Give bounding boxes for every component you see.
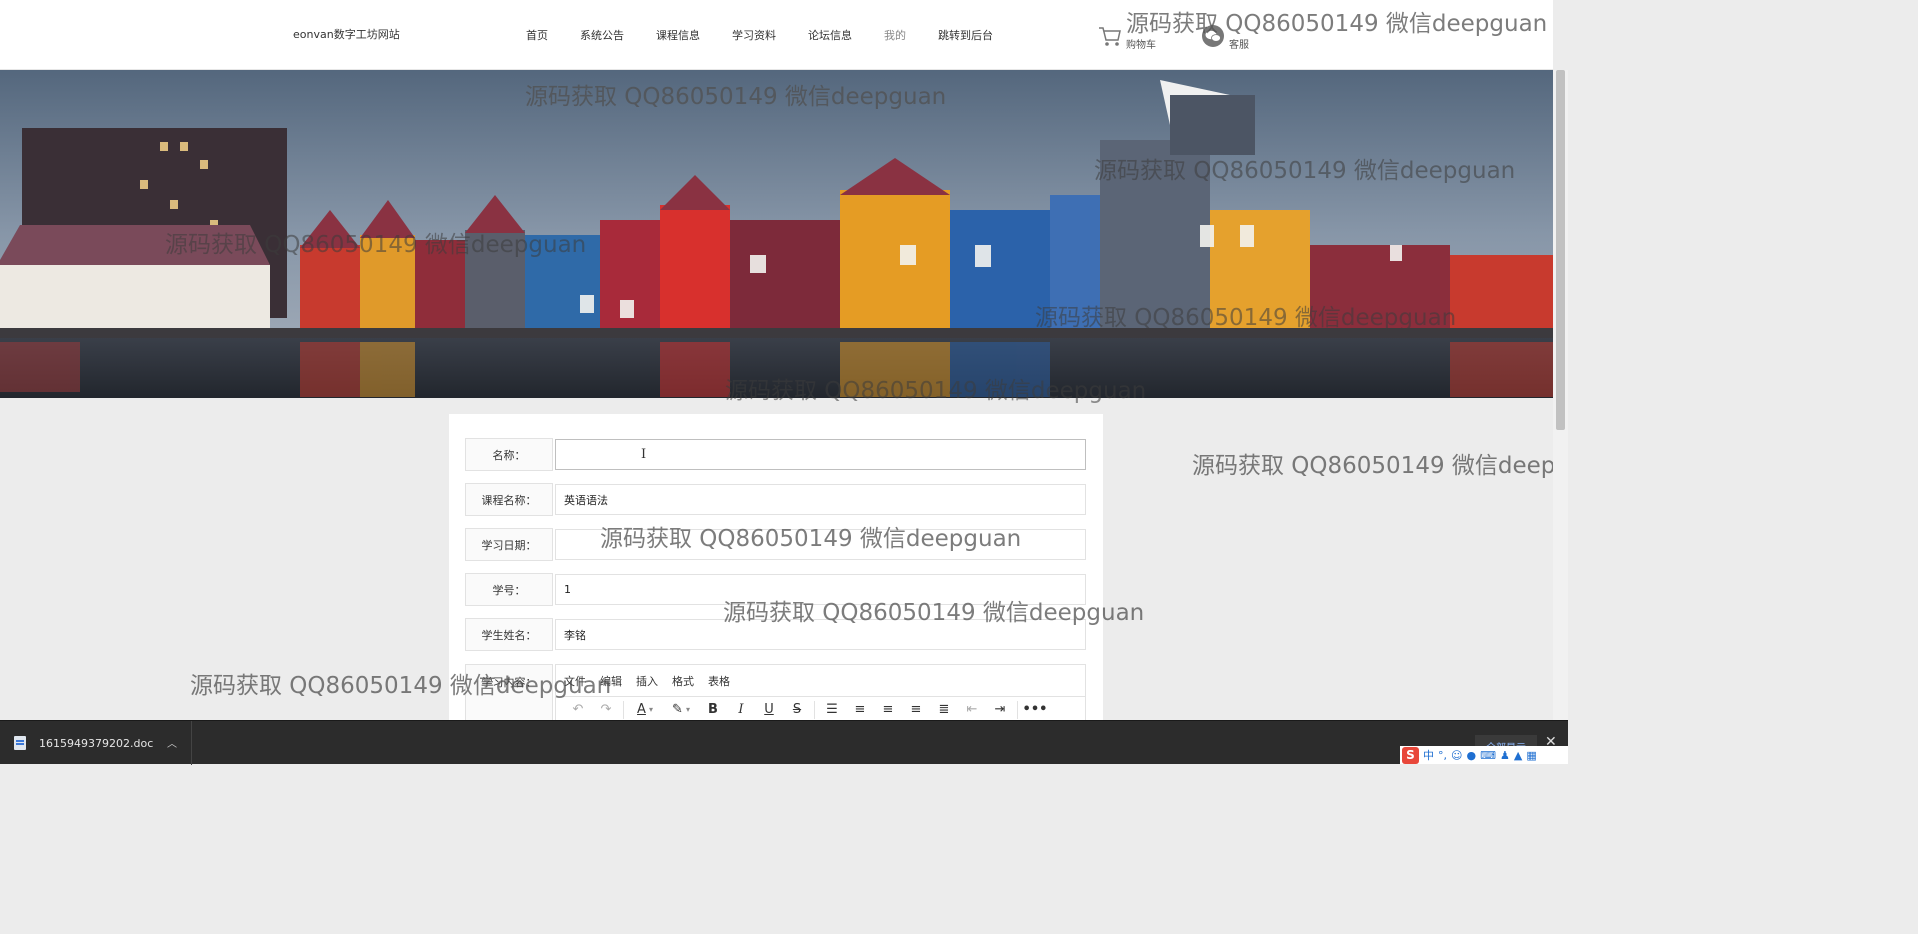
download-filename: 1615949379202.doc: [39, 736, 154, 750]
more-icon[interactable]: •••: [1021, 699, 1049, 719]
study-content-label: 学习内容：: [465, 664, 553, 720]
strikethrough-icon[interactable]: S: [783, 699, 811, 719]
download-item[interactable]: 1615949379202.doc ︿: [0, 721, 192, 765]
course-name-label: 课程名称：: [465, 483, 553, 516]
site-header: eonvan数字工坊网站 首页 系统公告 课程信息 学习资料 论坛信息 我的 跳…: [0, 0, 1553, 70]
course-name-input[interactable]: 英语语法: [555, 484, 1086, 515]
line-height-icon[interactable]: ☰: [818, 699, 846, 719]
editor-menubar: 文件 编辑 插入 格式 表格: [556, 665, 1085, 697]
emoji-icon[interactable]: ☺: [1451, 749, 1462, 762]
scrollbar-thumb[interactable]: [1556, 70, 1565, 430]
study-date-input[interactable]: [555, 529, 1086, 560]
grid-icon[interactable]: ▦: [1526, 749, 1536, 762]
nav-courses[interactable]: 课程信息: [640, 27, 716, 43]
ime-language[interactable]: 中: [1423, 747, 1434, 763]
service-label: 客服: [1229, 40, 1249, 51]
nav-home[interactable]: 首页: [510, 27, 564, 43]
form-card: 名称： I 课程名称： 英语语法 学习日期： 学号： 1 学生姓名： 李铭 学习…: [449, 414, 1103, 720]
name-label: 名称：: [465, 438, 553, 471]
student-name-input[interactable]: 李铭: [555, 619, 1086, 650]
redo-icon[interactable]: ↷: [592, 699, 620, 719]
align-justify-icon[interactable]: ≣: [930, 699, 958, 719]
undo-icon[interactable]: ↶: [564, 699, 592, 719]
punctuation-icon[interactable]: °,: [1438, 749, 1447, 762]
student-name-label: 学生姓名：: [465, 618, 553, 651]
editor-toolbar: ↶ ↷ A ▾ ✎ ▾ B I U S ☰ ≡ ≡ ≡ ≣ ⇤ ⇥ •••: [556, 697, 1085, 721]
microphone-icon[interactable]: ●: [1466, 749, 1476, 762]
cart-button[interactable]: 购物车: [1098, 20, 1156, 51]
editor-menu-table[interactable]: 表格: [708, 673, 738, 689]
nav-announcements[interactable]: 系统公告: [564, 27, 640, 43]
study-date-label: 学习日期：: [465, 528, 553, 561]
form-row-student-id: 学号： 1: [465, 573, 1086, 606]
hero-banner: [0, 70, 1553, 398]
text-cursor-icon: I: [641, 447, 647, 462]
align-left-icon[interactable]: ≡: [846, 699, 874, 719]
doc-file-icon: [14, 736, 26, 750]
ime-toolbar[interactable]: S 中 °, ☺ ● ⌨ ♟ ▲ ▦: [1400, 746, 1568, 764]
rich-text-editor[interactable]: 文件 编辑 插入 格式 表格 ↶ ↷ A ▾ ✎ ▾ B I U S ☰ ≡ ≡ ≡…: [555, 664, 1086, 720]
student-id-label: 学号：: [465, 573, 553, 606]
editor-menu-format[interactable]: 格式: [672, 673, 702, 689]
editor-menu-edit[interactable]: 编辑: [600, 673, 630, 689]
editor-menu-insert[interactable]: 插入: [636, 673, 666, 689]
keyboard-icon[interactable]: ⌨: [1480, 749, 1496, 762]
nav-admin[interactable]: 跳转到后台: [922, 27, 1009, 43]
watermark-text: 源码获取 QQ86050149 微信deepguan: [1192, 453, 1553, 479]
nav-materials[interactable]: 学习资料: [716, 27, 792, 43]
student-id-input[interactable]: 1: [555, 574, 1086, 605]
cart-label: 购物车: [1126, 40, 1156, 51]
main-nav: 首页 系统公告 课程信息 学习资料 论坛信息 我的 跳转到后台: [510, 0, 1009, 70]
service-button[interactable]: 客服: [1201, 20, 1249, 51]
form-row-course: 课程名称： 英语语法: [465, 483, 1086, 516]
sogou-icon: S: [1402, 746, 1419, 764]
form-row-student-name: 学生姓名： 李铭: [465, 618, 1086, 651]
underline-icon[interactable]: U: [755, 699, 783, 719]
site-logo[interactable]: eonvan数字工坊网站: [293, 26, 400, 42]
cart-icon: [1099, 26, 1121, 46]
wechat-icon: [1202, 24, 1224, 47]
text-color-icon[interactable]: A ▾: [627, 699, 663, 719]
indent-icon[interactable]: ⇥: [986, 699, 1014, 719]
nav-forum[interactable]: 论坛信息: [792, 27, 868, 43]
form-row-date: 学习日期：: [465, 528, 1086, 561]
highlight-color-icon[interactable]: ✎ ▾: [663, 699, 699, 719]
nav-mine[interactable]: 我的: [868, 27, 922, 43]
download-bar: 1615949379202.doc ︿ 全部显示 ✕: [0, 720, 1568, 765]
form-row-name: 名称： I: [465, 438, 1086, 471]
align-center-icon[interactable]: ≡: [874, 699, 902, 719]
chevron-up-icon[interactable]: ︿: [167, 735, 177, 750]
align-right-icon[interactable]: ≡: [902, 699, 930, 719]
editor-menu-file[interactable]: 文件: [564, 673, 594, 689]
page-scrollbar[interactable]: [1553, 70, 1568, 720]
bold-icon[interactable]: B: [699, 699, 727, 719]
user-icon[interactable]: ♟: [1500, 749, 1510, 762]
name-input[interactable]: [555, 439, 1086, 470]
shirt-icon[interactable]: ▲: [1514, 749, 1522, 762]
italic-icon[interactable]: I: [727, 699, 755, 719]
outdent-icon[interactable]: ⇤: [958, 699, 986, 719]
banner-image: [0, 70, 1553, 398]
